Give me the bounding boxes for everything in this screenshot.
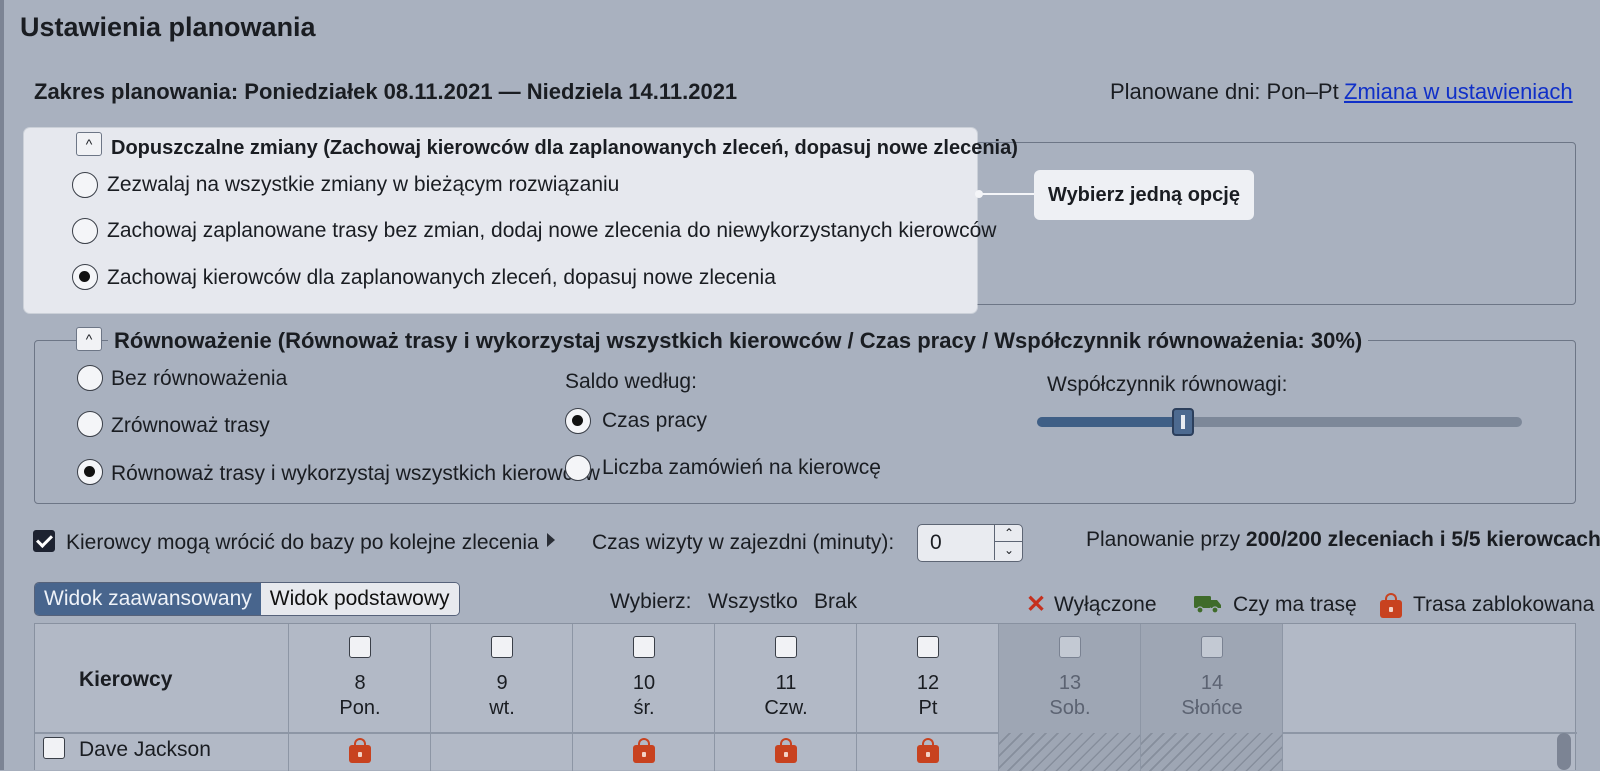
- balance-factor-slider[interactable]: [1037, 408, 1522, 436]
- driver-name: Dave Jackson: [79, 738, 211, 761]
- day-number: 14: [1200, 672, 1224, 694]
- planned-days-label: Planowane dni: Pon–Pt: [1110, 79, 1339, 104]
- stepper-up-icon[interactable]: ⌃: [995, 525, 1023, 542]
- day-column-14: 14 Słońce: [1140, 624, 1283, 771]
- radio-balance-all-drivers[interactable]: [77, 459, 103, 485]
- legend-disabled-label: Wyłączone: [1054, 593, 1157, 616]
- disabled-cell: [1141, 733, 1283, 771]
- day-column-12: 12 Pt: [856, 624, 998, 771]
- collapse-balancing-button[interactable]: ^: [76, 327, 102, 351]
- day-number: 11: [775, 672, 797, 694]
- day-checkbox-12[interactable]: [917, 636, 939, 658]
- drivers-header: Kierowcy: [79, 668, 173, 691]
- option-keep-routes: Zachowaj zaplanowane trasy bez zmian, do…: [107, 219, 997, 242]
- driver-row-checkbox[interactable]: [43, 737, 65, 759]
- day-name: Słońce: [1181, 697, 1243, 719]
- visit-time-value[interactable]: 0: [930, 531, 942, 555]
- day-column-10: 10 śr.: [572, 624, 714, 771]
- stepper-buttons: ⌃ ⌄: [994, 525, 1023, 560]
- truck-icon: [1194, 596, 1221, 614]
- balancing-legend: Równoważenie (Równoważ trasy i wykorzyst…: [108, 328, 1369, 354]
- planning-range: Zakres planowania: Poniedziałek 08.11.20…: [34, 79, 738, 104]
- drivers-days-grid: Kierowcy 8 Pon. 9 wt. 10 śr. 11 Czw. 12: [34, 623, 1577, 771]
- radio-balance-routes[interactable]: [77, 411, 103, 437]
- planning-settings-panel: Ustawienia planowania Zakres planowania:…: [0, 0, 1600, 771]
- lock-icon[interactable]: [633, 738, 655, 763]
- return-to-base-label: Kierowcy mogą wrócić do bazy po kolejne …: [66, 531, 539, 554]
- option-orders-per-driver: Liczba zamówień na kierowcę: [602, 456, 881, 479]
- lock-icon[interactable]: [349, 738, 371, 763]
- option-balance-routes: Zrównoważ trasy: [111, 414, 270, 437]
- day-name: Pt: [918, 697, 938, 719]
- day-checkbox-13[interactable]: [1059, 636, 1081, 658]
- radio-keep-routes[interactable]: [72, 218, 98, 244]
- tooltip-connector: [977, 193, 1035, 195]
- day-checkbox-9[interactable]: [491, 636, 513, 658]
- select-label: Wybierz:: [610, 590, 692, 613]
- lock-icon[interactable]: [917, 738, 939, 763]
- day-name: Pon.: [339, 697, 381, 719]
- day-number: 8: [354, 672, 366, 694]
- day-name: śr.: [633, 697, 655, 719]
- disabled-x-icon: ✕: [1026, 591, 1047, 618]
- radio-allow-all-changes[interactable]: [72, 172, 98, 198]
- day-number: 13: [1058, 672, 1082, 694]
- radio-no-balancing[interactable]: [77, 365, 103, 391]
- radio-work-time[interactable]: [565, 408, 591, 434]
- return-to-base-checkbox[interactable]: [33, 530, 55, 552]
- radio-keep-drivers[interactable]: [72, 264, 98, 290]
- day-number: 9: [496, 672, 508, 694]
- select-all-link[interactable]: Wszystko: [708, 590, 798, 614]
- option-allow-all-changes: Zezwalaj na wszystkie zmiany w bieżącym …: [107, 173, 620, 196]
- allowed-changes-legend: Dopuszczalne zmiany (Zachowaj kierowców …: [111, 137, 1018, 159]
- day-checkbox-10[interactable]: [633, 636, 655, 658]
- day-name: Sob.: [1049, 697, 1091, 719]
- day-name: Czw.: [764, 697, 808, 719]
- legend-route-label: Czy ma trasę: [1233, 593, 1357, 616]
- grid-filler-column: [1282, 624, 1575, 771]
- planning-summary: Planowanie przy 200/200 zleceniach i 5/5…: [1086, 528, 1600, 552]
- day-column-11: 11 Czw.: [714, 624, 856, 771]
- day-column-8: 8 Pon.: [288, 624, 430, 771]
- radio-orders-per-driver[interactable]: [565, 455, 591, 481]
- slider-fill: [1037, 417, 1183, 427]
- option-no-balancing: Bez równoważenia: [111, 367, 288, 390]
- day-checkbox-14[interactable]: [1201, 636, 1223, 658]
- visit-time-stepper[interactable]: 0 ⌃ ⌄: [917, 524, 1023, 562]
- legend-locked-label: Trasa zablokowana: [1413, 593, 1595, 616]
- day-number: 10: [632, 672, 656, 694]
- visit-time-label: Czas wizyty w zajezdni (minuty):: [592, 531, 895, 554]
- select-none-link[interactable]: Brak: [814, 590, 857, 614]
- vertical-scrollbar[interactable]: [1557, 733, 1571, 770]
- stepper-down-icon[interactable]: ⌄: [995, 542, 1023, 559]
- option-balance-all-drivers: Równoważ trasy i wykorzystaj wszystkich …: [111, 462, 600, 485]
- choose-option-tooltip: Wybierz jedną opcję: [1034, 170, 1254, 220]
- lock-icon[interactable]: [775, 738, 797, 763]
- planning-summary-counts: 200/200 zleceniach i 5/5 kierowcach: [1245, 528, 1600, 551]
- view-tabs: Widok zaawansowany Widok podstawowy: [34, 582, 460, 616]
- option-work-time: Czas pracy: [602, 409, 708, 432]
- lock-icon: [1380, 593, 1402, 618]
- expand-arrow-icon[interactable]: [547, 533, 555, 547]
- day-number: 12: [916, 672, 940, 694]
- tab-basic-view[interactable]: Widok podstawowy: [260, 583, 459, 615]
- page-title: Ustawienia planowania: [20, 12, 316, 42]
- disabled-cell: [999, 733, 1141, 771]
- day-column-13: 13 Sob.: [998, 624, 1141, 771]
- day-checkbox-11[interactable]: [775, 636, 797, 658]
- day-column-9: 9 wt.: [430, 624, 572, 771]
- day-checkbox-8[interactable]: [349, 636, 371, 658]
- balance-by-label: Saldo według:: [565, 370, 697, 393]
- balance-factor-label: Współczynnik równowagi:: [1047, 373, 1288, 396]
- day-name: wt.: [489, 697, 515, 719]
- tab-advanced-view[interactable]: Widok zaawansowany: [35, 583, 261, 615]
- collapse-changes-button[interactable]: ^: [76, 132, 102, 156]
- change-settings-link[interactable]: Zmiana w ustawieniach: [1344, 79, 1573, 105]
- planning-summary-prefix: Planowanie przy: [1086, 528, 1246, 551]
- slider-thumb[interactable]: [1171, 408, 1194, 436]
- option-keep-drivers: Zachowaj kierowców dla zaplanowanych zle…: [107, 266, 776, 289]
